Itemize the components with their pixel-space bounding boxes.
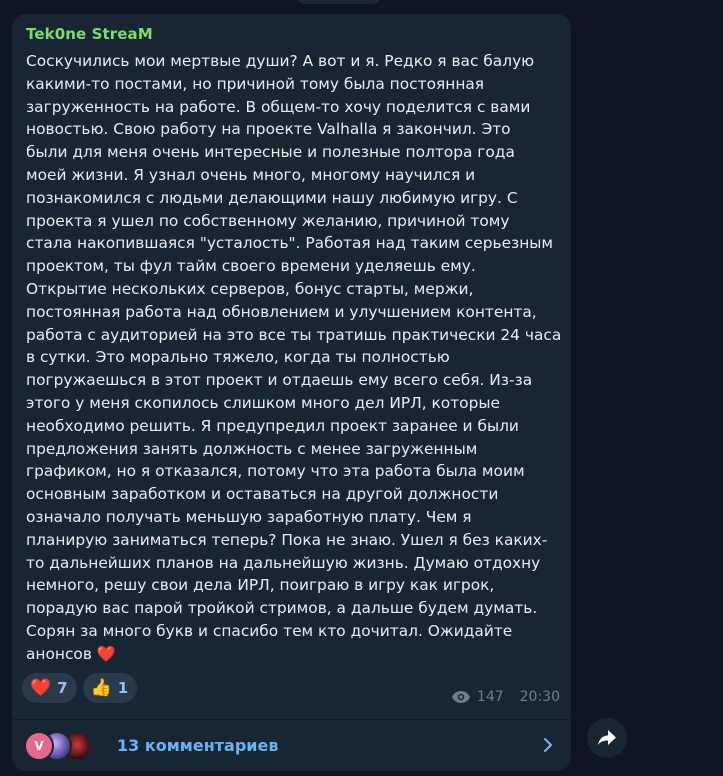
avatar: V bbox=[24, 731, 54, 761]
comments-bar[interactable]: V 13 комментариев bbox=[12, 719, 571, 771]
heart-icon: ❤️ bbox=[30, 677, 52, 698]
thumbs-up-icon: 👍 bbox=[90, 677, 112, 698]
post-time: 20:30 bbox=[519, 689, 560, 705]
reaction-count: 7 bbox=[57, 679, 68, 697]
reactions: ❤️ 7 👍 1 bbox=[22, 673, 138, 703]
post-author[interactable]: Tek0ne StreaM bbox=[26, 25, 153, 43]
channel-post: Tek0ne StreaM Соскучились мои мертвые ду… bbox=[12, 14, 571, 771]
previous-message-edge bbox=[297, 0, 381, 4]
chevron-right-icon[interactable] bbox=[543, 737, 553, 753]
comments-count-label[interactable]: 13 комментариев bbox=[117, 736, 278, 755]
view-count: 147 bbox=[476, 689, 504, 705]
post-text: Соскучились мои мертвые души? А вот и я.… bbox=[26, 50, 568, 666]
reaction-count: 1 bbox=[117, 679, 129, 697]
heart-emoji: ❤️ bbox=[96, 644, 116, 663]
post-body: Соскучились мои мертвые души? А вот и я.… bbox=[26, 52, 562, 663]
share-icon bbox=[598, 730, 616, 745]
reaction-thumbs-up[interactable]: 👍 1 bbox=[82, 673, 138, 703]
eye-icon bbox=[451, 691, 470, 703]
post-meta: 147 20:30 bbox=[451, 689, 560, 705]
share-button[interactable] bbox=[587, 718, 627, 758]
commenter-avatars: V bbox=[24, 731, 104, 761]
reaction-heart[interactable]: ❤️ 7 bbox=[22, 673, 77, 703]
